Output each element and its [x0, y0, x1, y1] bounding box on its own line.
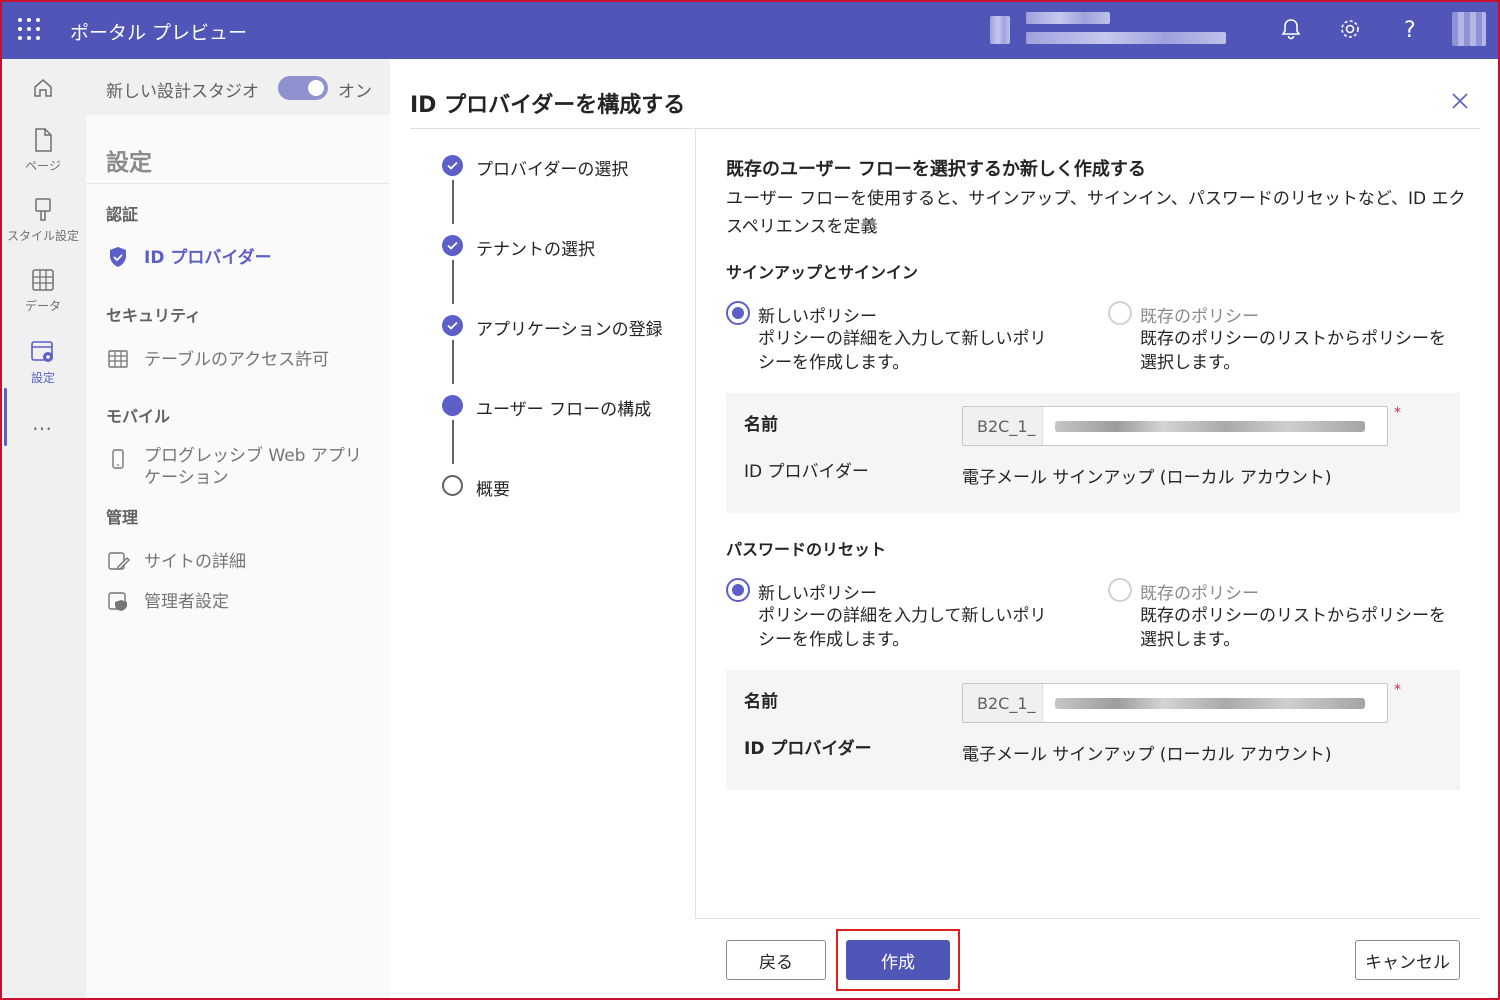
- admin-icon: [108, 592, 127, 611]
- configure-idp-panel: ID プロバイダーを構成する プロバイダーの選択 テナントの選択 アプリケーショ…: [390, 59, 1500, 1000]
- design-studio-state: オン: [338, 82, 372, 102]
- step-connector: [452, 260, 454, 304]
- divider: [86, 183, 390, 184]
- step-select-provider: プロバイダーの選択: [476, 160, 629, 180]
- signup-signin-heading: サインアップとサインイン: [726, 263, 919, 282]
- gear-icon[interactable]: [1335, 14, 1365, 44]
- rail-home[interactable]: [0, 77, 86, 103]
- account-org-icon: [990, 16, 1010, 44]
- step-pending-icon: [442, 475, 463, 496]
- signup-policy-card: 名前 B2C_1_ * ID プロバイダー 電子メール サインアップ (ローカル…: [726, 393, 1460, 513]
- settings-item-id-providers[interactable]: ID プロバイダー: [106, 243, 386, 283]
- settings-icon: [31, 341, 53, 362]
- required-marker: *: [1394, 682, 1401, 698]
- create-button-highlight: [836, 929, 960, 991]
- step-connector: [452, 340, 454, 384]
- step-select-tenant: テナントの選択: [476, 240, 595, 260]
- phone-icon: [112, 449, 124, 469]
- name-prefix: B2C_1_: [963, 684, 1043, 722]
- help-icon[interactable]: ?: [1395, 14, 1425, 44]
- divider: [695, 918, 1480, 919]
- design-studio-label: 新しい設計スタジオ: [106, 82, 259, 102]
- close-icon[interactable]: [1448, 89, 1472, 113]
- section-authentication: 認証: [106, 205, 139, 224]
- step-check-icon: [442, 315, 463, 336]
- design-studio-toggle-row: 新しい設計スタジオ オン: [86, 59, 390, 115]
- step-check-icon: [442, 235, 463, 256]
- step-check-icon: [442, 155, 463, 176]
- signup-existing-policy-label: 既存のポリシー: [1140, 307, 1259, 327]
- reset-idp-value: 電子メール サインアップ (ローカル アカウント): [962, 745, 1332, 765]
- step-register-app: アプリケーションの登録: [476, 320, 663, 340]
- signup-idp-value: 電子メール サインアップ (ローカル アカウント): [962, 468, 1332, 488]
- reset-idp-label: ID プロバイダー: [744, 739, 872, 759]
- rail-pages[interactable]: ページ: [0, 127, 86, 174]
- name-value-blurred: [1055, 421, 1365, 432]
- app-launcher-icon[interactable]: [18, 18, 40, 40]
- reset-name-label: 名前: [744, 692, 778, 712]
- signup-existing-policy-radio[interactable]: [1108, 301, 1132, 325]
- signup-existing-policy-desc: 既存のポリシーのリストからポリシーを 選択します。: [1140, 329, 1446, 373]
- design-studio-toggle[interactable]: [278, 76, 328, 100]
- signup-name-input[interactable]: B2C_1_: [962, 406, 1388, 446]
- signup-new-policy-radio[interactable]: [726, 301, 750, 325]
- settings-item-table-permissions[interactable]: テーブルのアクセス許可: [106, 345, 386, 371]
- reset-existing-policy-desc: 既存のポリシーのリストからポリシーを 選択します。: [1140, 606, 1446, 650]
- top-bar: ポータル プレビュー ?: [0, 0, 1500, 59]
- rail-settings[interactable]: 設定: [0, 339, 86, 386]
- edit-icon: [108, 552, 130, 570]
- divider: [695, 129, 696, 919]
- signup-name-label: 名前: [744, 415, 778, 435]
- account-name-blurred: [1026, 12, 1110, 24]
- reset-new-policy-radio[interactable]: [726, 578, 750, 602]
- settings-item-site-details[interactable]: サイトの詳細: [106, 547, 386, 573]
- section-description: ユーザー フローを使用すると、サインアップ、サインイン、パスワードのリセットなど…: [726, 189, 1466, 237]
- section-security: セキュリティ: [106, 306, 202, 325]
- settings-nav: 設定 認証 ID プロバイダー セキュリティ テーブルのアクセス許可 モバイル …: [86, 59, 390, 1000]
- table-icon: [108, 350, 128, 368]
- required-marker: *: [1394, 405, 1401, 421]
- settings-item-admin-settings[interactable]: 管理者設定: [106, 587, 386, 613]
- panel-title: ID プロバイダーを構成する: [410, 93, 686, 118]
- settings-title: 設定: [106, 150, 152, 176]
- cancel-button[interactable]: キャンセル: [1355, 940, 1460, 980]
- avatar[interactable]: [1452, 12, 1486, 46]
- step-connector: [452, 180, 454, 224]
- rail-more[interactable]: …: [0, 411, 86, 435]
- home-icon: [34, 79, 52, 97]
- signup-idp-label: ID プロバイダー: [744, 462, 869, 482]
- signup-new-policy-desc: ポリシーの詳細を入力して新しいポリ シーを作成します。: [758, 329, 1047, 373]
- section-heading: 既存のユーザー フローを選択するか新しく作成する: [726, 159, 1146, 180]
- svg-text:?: ?: [1404, 18, 1416, 43]
- table-icon: [32, 269, 54, 291]
- brush-icon: [35, 198, 51, 221]
- step-connector: [452, 420, 454, 464]
- page-icon: [35, 128, 52, 152]
- step-current-icon: [442, 395, 463, 416]
- app-title: ポータル プレビュー: [70, 22, 248, 44]
- name-value-blurred: [1055, 698, 1365, 709]
- reset-policy-card: 名前 B2C_1_ * ID プロバイダー 電子メール サインアップ (ローカル…: [726, 670, 1460, 790]
- reset-new-policy-desc: ポリシーの詳細を入力して新しいポリ シーを作成します。: [758, 606, 1047, 650]
- name-prefix: B2C_1_: [963, 407, 1043, 445]
- divider: [410, 128, 1480, 129]
- shield-icon: [110, 247, 126, 267]
- step-summary: 概要: [476, 480, 510, 500]
- bell-icon[interactable]: [1276, 14, 1306, 44]
- signup-new-policy-label: 新しいポリシー: [758, 307, 877, 327]
- rail-styling[interactable]: スタイル設定: [0, 197, 86, 244]
- left-rail: ページ スタイル設定 データ 設定 …: [0, 59, 86, 1000]
- rail-data[interactable]: データ: [0, 267, 86, 314]
- reset-name-input[interactable]: B2C_1_: [962, 683, 1388, 723]
- password-reset-heading: パスワードのリセット: [726, 540, 887, 559]
- settings-item-pwa[interactable]: プログレッシブ Web アプリケーション: [106, 445, 376, 489]
- account-email-blurred: [1026, 32, 1226, 44]
- reset-existing-policy-radio[interactable]: [1108, 578, 1132, 602]
- step-configure-user-flows: ユーザー フローの構成: [476, 400, 652, 420]
- section-mobile: モバイル: [106, 407, 171, 426]
- back-button[interactable]: 戻る: [726, 940, 826, 980]
- section-admin: 管理: [106, 508, 139, 527]
- reset-new-policy-label: 新しいポリシー: [758, 584, 877, 604]
- reset-existing-policy-label: 既存のポリシー: [1140, 584, 1259, 604]
